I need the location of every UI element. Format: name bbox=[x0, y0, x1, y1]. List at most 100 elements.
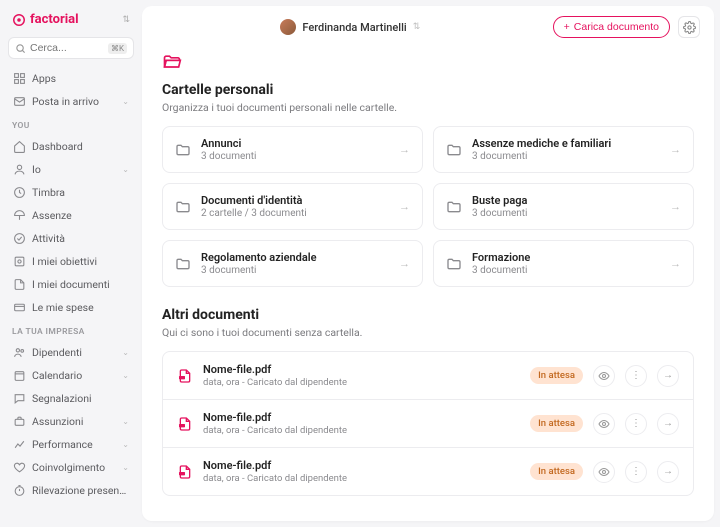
user-selector[interactable]: Ferdinanda Martinelli ⇅ bbox=[280, 19, 420, 35]
folder-meta: 3 documenti bbox=[472, 151, 660, 162]
search-box[interactable]: ⌘K bbox=[8, 37, 134, 59]
sidebar-item-apps[interactable]: Apps bbox=[8, 67, 134, 90]
sidebar-item-label: Dipendenti bbox=[32, 346, 116, 359]
settings-button[interactable] bbox=[678, 16, 700, 38]
sidebar-item-dashboard[interactable]: Dashboard bbox=[8, 135, 134, 158]
document-meta: data, ora - Caricato dal dipendente bbox=[203, 377, 520, 388]
upload-button-label: Carica documento bbox=[574, 21, 659, 33]
arrow-right-icon: → bbox=[663, 466, 673, 477]
sidebar-item-assunzioni[interactable]: Assunzioni ⌄ bbox=[8, 410, 134, 433]
sidebar-item-label: Dashboard bbox=[32, 140, 129, 153]
sidebar-item-label: Assunzioni bbox=[32, 415, 116, 428]
dots-vertical-icon: ⋮ bbox=[631, 370, 641, 381]
folder-card[interactable]: Formazione3 documenti → bbox=[433, 240, 694, 287]
sidebar-item-inbox[interactable]: Posta in arrivo ⌄ bbox=[8, 90, 134, 113]
open-button[interactable]: → bbox=[657, 413, 679, 435]
sidebar-item-segnalazioni[interactable]: Segnalazioni bbox=[8, 387, 134, 410]
brand-row: factorial ⇅ bbox=[8, 10, 134, 37]
sidebar-item-label: Apps bbox=[32, 72, 129, 85]
sidebar-item-label: Io bbox=[32, 163, 116, 176]
sidebar-item-label: Le mie spese bbox=[32, 301, 129, 314]
avatar bbox=[280, 19, 296, 35]
plus-icon: + bbox=[564, 21, 570, 33]
sidebar-item-attivita[interactable]: Attività bbox=[8, 227, 134, 250]
folder-meta: 3 documenti bbox=[472, 208, 660, 219]
search-input[interactable] bbox=[30, 42, 108, 54]
preview-button[interactable] bbox=[593, 365, 615, 387]
user-icon bbox=[13, 163, 26, 176]
arrow-right-icon: → bbox=[670, 257, 681, 270]
folder-name: Documenti d'identità bbox=[201, 194, 389, 207]
arrow-right-icon: → bbox=[670, 143, 681, 156]
factorial-logo-icon bbox=[12, 13, 26, 27]
sort-icon[interactable]: ⇅ bbox=[122, 15, 130, 25]
folder-icon bbox=[446, 142, 462, 158]
chevron-down-icon: ⌄ bbox=[122, 165, 129, 174]
preview-button[interactable] bbox=[593, 413, 615, 435]
card-icon bbox=[13, 301, 26, 314]
more-button[interactable]: ⋮ bbox=[625, 365, 647, 387]
calendar-icon bbox=[13, 369, 26, 382]
sidebar-item-documenti[interactable]: I miei documenti bbox=[8, 273, 134, 296]
folder-card[interactable]: Documenti d'identità2 cartelle / 3 docum… bbox=[162, 183, 423, 230]
chevron-down-icon: ⌄ bbox=[122, 440, 129, 449]
folder-icon bbox=[446, 199, 462, 215]
folder-card[interactable]: Annunci3 documenti → bbox=[162, 126, 423, 173]
sidebar-item-dipendenti[interactable]: Dipendenti ⌄ bbox=[8, 341, 134, 364]
content-area: Cartelle personali Organizza i tuoi docu… bbox=[142, 48, 714, 516]
document-meta: data, ora - Caricato dal dipendente bbox=[203, 425, 520, 436]
sidebar-item-io[interactable]: Io ⌄ bbox=[8, 158, 134, 181]
heart-icon bbox=[13, 461, 26, 474]
chevron-down-icon: ⌄ bbox=[122, 348, 129, 357]
folder-meta: 3 documenti bbox=[472, 265, 660, 276]
sidebar-item-rilevazione[interactable]: Rilevazione presenze bbox=[8, 479, 134, 502]
pdf-file-icon bbox=[177, 416, 193, 432]
folder-card[interactable]: Assenze mediche e familiari3 documenti → bbox=[433, 126, 694, 173]
check-circle-icon bbox=[13, 232, 26, 245]
folder-grid: Annunci3 documenti → Assenze mediche e f… bbox=[162, 126, 694, 287]
brand-logo[interactable]: factorial bbox=[12, 12, 79, 27]
sidebar-item-label: Posta in arrivo bbox=[32, 95, 116, 108]
status-badge: In attesa bbox=[530, 367, 583, 384]
folder-icon bbox=[446, 256, 462, 272]
chevron-down-icon: ⌄ bbox=[122, 463, 129, 472]
briefcase-icon bbox=[13, 415, 26, 428]
open-button[interactable]: → bbox=[657, 365, 679, 387]
sidebar-item-performance[interactable]: Performance ⌄ bbox=[8, 433, 134, 456]
open-button[interactable]: → bbox=[657, 461, 679, 483]
topbar: Ferdinanda Martinelli ⇅ + Carica documen… bbox=[142, 6, 714, 48]
sidebar-item-timbra[interactable]: Timbra bbox=[8, 181, 134, 204]
arrow-right-icon: → bbox=[663, 418, 673, 429]
upload-document-button[interactable]: + Carica documento bbox=[553, 16, 670, 38]
users-icon bbox=[13, 346, 26, 359]
eye-icon bbox=[598, 370, 610, 382]
folder-meta: 3 documenti bbox=[201, 151, 389, 162]
document-name: Nome-file.pdf bbox=[203, 459, 520, 472]
sidebar-item-label: I miei documenti bbox=[32, 278, 129, 291]
sidebar-item-spese[interactable]: Le mie spese bbox=[8, 296, 134, 319]
sidebar-item-coinvolgimento[interactable]: Coinvolgimento ⌄ bbox=[8, 456, 134, 479]
folder-meta: 2 cartelle / 3 documenti bbox=[201, 208, 389, 219]
folder-name: Assenze mediche e familiari bbox=[472, 137, 660, 150]
sidebar-item-calendario[interactable]: Calendario ⌄ bbox=[8, 364, 134, 387]
arrow-right-icon: → bbox=[663, 370, 673, 381]
preview-button[interactable] bbox=[593, 461, 615, 483]
folder-card[interactable]: Regolamento aziendale3 documenti → bbox=[162, 240, 423, 287]
sidebar-item-label: Performance bbox=[32, 438, 116, 451]
folder-card[interactable]: Buste paga3 documenti → bbox=[433, 183, 694, 230]
sidebar-item-obiettivi[interactable]: I miei obiettivi bbox=[8, 250, 134, 273]
sidebar-item-label: Calendario bbox=[32, 369, 116, 382]
status-badge: In attesa bbox=[530, 463, 583, 480]
sidebar-item-label: Segnalazioni bbox=[32, 392, 129, 405]
more-button[interactable]: ⋮ bbox=[625, 413, 647, 435]
home-icon bbox=[13, 140, 26, 153]
more-button[interactable]: ⋮ bbox=[625, 461, 647, 483]
sidebar-item-assenze[interactable]: Assenze bbox=[8, 204, 134, 227]
dots-vertical-icon: ⋮ bbox=[631, 466, 641, 477]
inbox-icon bbox=[13, 95, 26, 108]
folder-name: Buste paga bbox=[472, 194, 660, 207]
sidebar: factorial ⇅ ⌘K Apps Posta in arrivo ⌄ YO… bbox=[0, 0, 142, 527]
sidebar-item-label: Rilevazione presenze bbox=[32, 484, 129, 497]
document-name: Nome-file.pdf bbox=[203, 363, 520, 376]
arrow-right-icon: → bbox=[399, 200, 410, 213]
